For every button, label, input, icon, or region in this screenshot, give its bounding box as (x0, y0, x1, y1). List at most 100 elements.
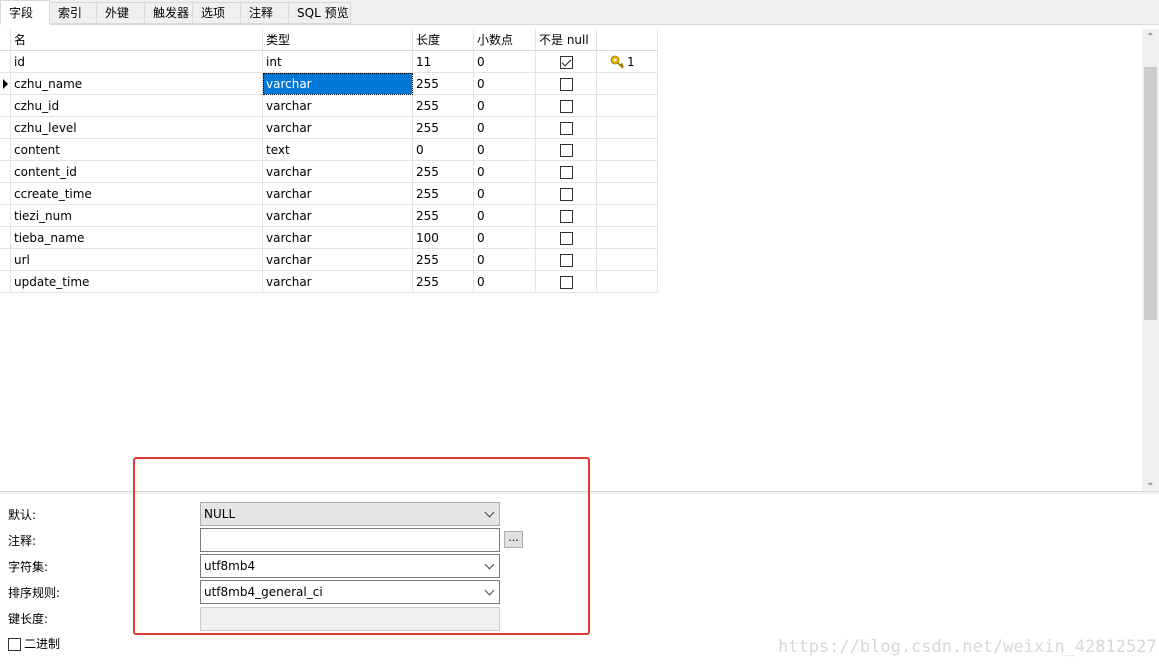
field-key-cell[interactable] (597, 161, 658, 183)
tab-options[interactable]: 选项 (192, 2, 241, 24)
field-not-null-cell[interactable] (536, 73, 597, 95)
field-key-cell[interactable] (597, 249, 658, 271)
column-header-key[interactable] (597, 29, 658, 51)
field-not-null-cell[interactable] (536, 227, 597, 249)
field-decimals-cell[interactable]: 0 (474, 95, 536, 117)
table-row[interactable]: content text 0 0 (0, 139, 658, 161)
row-indicator[interactable] (0, 51, 11, 73)
field-name-cell[interactable]: id (11, 51, 263, 73)
field-length-cell[interactable]: 255 (413, 271, 474, 293)
field-not-null-cell[interactable] (536, 95, 597, 117)
column-header-name[interactable]: 名 (11, 29, 263, 51)
field-name-cell[interactable]: content (11, 139, 263, 161)
table-row[interactable]: czhu_id varchar 255 0 (0, 95, 658, 117)
row-indicator[interactable] (0, 161, 11, 183)
scroll-thumb[interactable] (1144, 67, 1157, 320)
field-type-cell[interactable]: varchar (263, 227, 413, 249)
field-key-cell[interactable] (597, 95, 658, 117)
table-row[interactable]: tieba_name varchar 100 0 (0, 227, 658, 249)
field-type-cell[interactable]: varchar (263, 117, 413, 139)
field-name-cell[interactable]: update_time (11, 271, 263, 293)
field-decimals-cell[interactable]: 0 (474, 183, 536, 205)
field-decimals-cell[interactable]: 0 (474, 161, 536, 183)
field-type-cell[interactable]: varchar (263, 73, 413, 95)
field-length-cell[interactable]: 255 (413, 249, 474, 271)
field-length-cell[interactable]: 0 (413, 139, 474, 161)
not-null-checkbox[interactable] (560, 232, 573, 245)
row-indicator[interactable] (0, 271, 11, 293)
field-key-cell[interactable] (597, 139, 658, 161)
field-key-cell[interactable] (597, 271, 658, 293)
not-null-checkbox[interactable] (560, 78, 573, 91)
field-name-cell[interactable]: czhu_name (11, 73, 263, 95)
field-not-null-cell[interactable] (536, 117, 597, 139)
field-decimals-cell[interactable]: 0 (474, 205, 536, 227)
not-null-checkbox[interactable] (560, 100, 573, 113)
field-key-cell[interactable] (597, 73, 658, 95)
field-length-cell[interactable]: 255 (413, 161, 474, 183)
field-not-null-cell[interactable] (536, 249, 597, 271)
field-type-cell[interactable]: int (263, 51, 413, 73)
table-row[interactable]: tiezi_num varchar 255 0 (0, 205, 658, 227)
row-indicator[interactable] (0, 249, 11, 271)
field-length-cell[interactable]: 255 (413, 205, 474, 227)
table-row[interactable]: url varchar 255 0 (0, 249, 658, 271)
field-length-cell[interactable]: 255 (413, 73, 474, 95)
field-name-cell[interactable]: content_id (11, 161, 263, 183)
table-row[interactable]: update_time varchar 255 0 (0, 271, 658, 293)
field-length-cell[interactable]: 255 (413, 183, 474, 205)
field-decimals-cell[interactable]: 0 (474, 249, 536, 271)
checkbox-icon[interactable] (8, 638, 21, 651)
not-null-checkbox[interactable] (560, 276, 573, 289)
tab-fields[interactable]: 字段 (0, 0, 50, 25)
field-not-null-cell[interactable] (536, 51, 597, 73)
field-type-cell[interactable]: varchar (263, 271, 413, 293)
tab-foreign-keys[interactable]: 外键 (96, 2, 145, 24)
row-indicator[interactable] (0, 227, 11, 249)
table-row[interactable]: content_id varchar 255 0 (0, 161, 658, 183)
row-indicator[interactable] (0, 139, 11, 161)
row-indicator[interactable] (0, 73, 11, 95)
field-key-cell[interactable] (597, 183, 658, 205)
tab-comments[interactable]: 注释 (240, 2, 289, 24)
field-name-cell[interactable]: tieba_name (11, 227, 263, 249)
table-row[interactable]: czhu_level varchar 255 0 (0, 117, 658, 139)
column-header-not-null[interactable]: 不是 null (536, 29, 597, 51)
column-header-decimals[interactable]: 小数点 (474, 29, 536, 51)
field-key-cell[interactable] (597, 117, 658, 139)
field-decimals-cell[interactable]: 0 (474, 73, 536, 95)
not-null-checkbox[interactable] (560, 122, 573, 135)
grid-scrollbar[interactable]: ⌃ ⌄ (1142, 29, 1159, 491)
not-null-checkbox[interactable] (560, 56, 573, 69)
field-decimals-cell[interactable]: 0 (474, 139, 536, 161)
field-not-null-cell[interactable] (536, 271, 597, 293)
field-not-null-cell[interactable] (536, 183, 597, 205)
scroll-up-icon[interactable]: ⌃ (1142, 29, 1159, 46)
field-decimals-cell[interactable]: 0 (474, 227, 536, 249)
field-type-cell[interactable]: varchar (263, 95, 413, 117)
not-null-checkbox[interactable] (560, 166, 573, 179)
column-header-length[interactable]: 长度 (413, 29, 474, 51)
field-name-cell[interactable]: czhu_id (11, 95, 263, 117)
field-type-cell[interactable]: varchar (263, 161, 413, 183)
table-row[interactable]: id int 11 0 1 (0, 51, 658, 73)
not-null-checkbox[interactable] (560, 188, 573, 201)
not-null-checkbox[interactable] (560, 254, 573, 267)
not-null-checkbox[interactable] (560, 144, 573, 157)
not-null-checkbox[interactable] (560, 210, 573, 223)
field-length-cell[interactable]: 11 (413, 51, 474, 73)
field-type-cell[interactable]: varchar (263, 183, 413, 205)
table-row[interactable]: ccreate_time varchar 255 0 (0, 183, 658, 205)
field-type-cell[interactable]: varchar (263, 249, 413, 271)
field-decimals-cell[interactable]: 0 (474, 117, 536, 139)
field-length-cell[interactable]: 100 (413, 227, 474, 249)
tab-triggers[interactable]: 触发器 (144, 2, 193, 24)
field-type-cell[interactable]: text (263, 139, 413, 161)
field-name-cell[interactable]: url (11, 249, 263, 271)
field-key-cell[interactable] (597, 227, 658, 249)
field-decimals-cell[interactable]: 0 (474, 51, 536, 73)
field-not-null-cell[interactable] (536, 161, 597, 183)
tab-indexes[interactable]: 索引 (49, 2, 97, 24)
tab-sql-preview[interactable]: SQL 预览 (288, 2, 351, 24)
table-row[interactable]: czhu_name varchar 255 0 (0, 73, 658, 95)
